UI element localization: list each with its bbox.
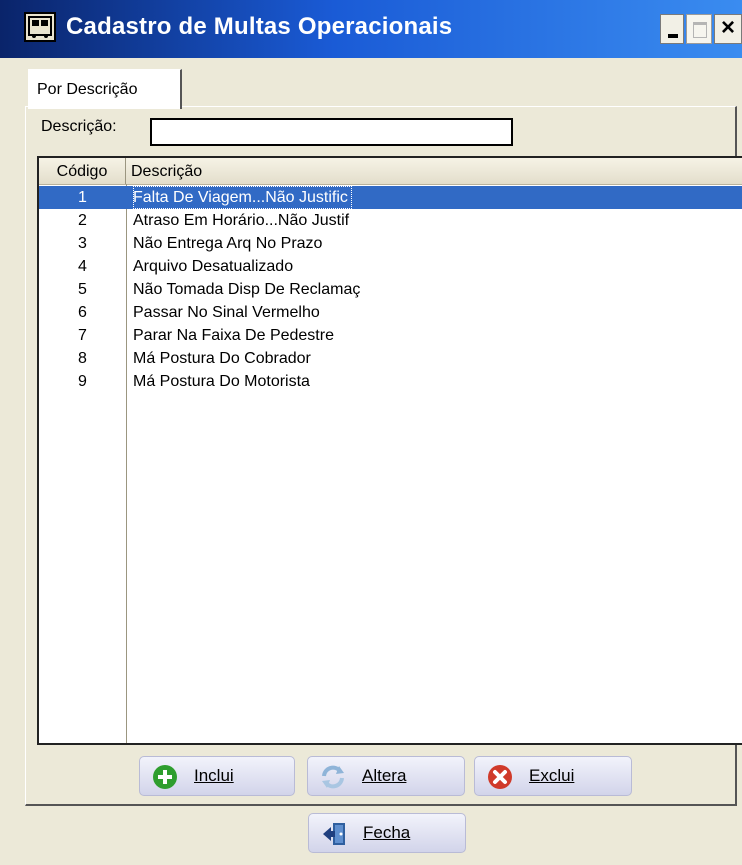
- row-code: 4: [78, 258, 87, 275]
- row-code: 2: [78, 212, 87, 229]
- app-window: Cadastro de Multas Operacionais × Por De…: [0, 0, 742, 865]
- row-description: Arquivo Desatualizado: [133, 258, 294, 275]
- plus-circle-icon: [152, 764, 178, 790]
- row-code: 7: [78, 327, 87, 344]
- row-description: Passar No Sinal Vermelho: [133, 304, 320, 321]
- minimize-button[interactable]: [660, 14, 684, 44]
- row-description: Não Entrega Arq No Prazo: [133, 235, 323, 252]
- table-row[interactable]: 1 Falta De Viagem...Não Justific: [39, 186, 742, 209]
- close-button[interactable]: ×: [714, 14, 742, 44]
- exit-door-icon: [321, 821, 347, 847]
- row-code: 9: [78, 373, 87, 390]
- exclui-button[interactable]: Exclui: [474, 756, 632, 796]
- refresh-icon: [320, 764, 346, 790]
- row-description: Não Tomada Disp De Reclamaç: [133, 281, 361, 298]
- altera-button[interactable]: Altera: [307, 756, 465, 796]
- row-code: 6: [78, 304, 87, 321]
- fecha-label: Fecha: [363, 823, 411, 842]
- inclui-label: Inclui: [194, 766, 234, 785]
- fecha-button[interactable]: Fecha: [308, 813, 466, 853]
- description-label: Descrição:: [41, 118, 117, 135]
- row-description: Parar Na Faixa De Pedestre: [133, 327, 334, 344]
- x-circle-icon: [487, 764, 513, 790]
- column-header-descricao[interactable]: Descrição: [131, 158, 202, 184]
- altera-label: Altera: [362, 766, 407, 785]
- exclui-label: Exclui: [529, 766, 575, 785]
- table-row[interactable]: 5 Não Tomada Disp De Reclamaç: [39, 278, 742, 301]
- row-code: 8: [78, 350, 87, 367]
- row-code: 5: [78, 281, 87, 298]
- row-description: Má Postura Do Cobrador: [133, 350, 311, 367]
- column-header-codigo[interactable]: Código: [39, 158, 126, 184]
- table-row[interactable]: 4 Arquivo Desatualizado: [39, 255, 742, 278]
- row-description: Atraso Em Horário...Não Justif: [133, 212, 350, 229]
- table-row[interactable]: 7 Parar Na Faixa De Pedestre: [39, 324, 742, 347]
- row-code: 3: [78, 235, 87, 252]
- table-row[interactable]: 6 Passar No Sinal Vermelho: [39, 301, 742, 324]
- description-search-input[interactable]: [150, 118, 513, 146]
- maximize-button[interactable]: [686, 14, 712, 44]
- table-row[interactable]: 2 Atraso Em Horário...Não Justif: [39, 209, 742, 232]
- row-code: 1: [78, 189, 87, 206]
- table-row[interactable]: 8 Má Postura Do Cobrador: [39, 347, 742, 370]
- inclui-button[interactable]: Inclui: [139, 756, 295, 796]
- title-bar[interactable]: Cadastro de Multas Operacionais ×: [0, 0, 742, 58]
- row-description: Má Postura Do Motorista: [133, 373, 310, 390]
- tab-por-descricao[interactable]: Por Descrição: [28, 69, 182, 109]
- table-row[interactable]: 9 Má Postura Do Motorista: [39, 370, 742, 393]
- table-row[interactable]: 3 Não Entrega Arq No Prazo: [39, 232, 742, 255]
- window-title: Cadastro de Multas Operacionais: [66, 13, 453, 40]
- results-grid[interactable]: Código Descrição 1 Falta De Viagem...Não …: [37, 156, 742, 745]
- grid-rows: 1 Falta De Viagem...Não Justific 2 Atraso E…: [39, 186, 742, 393]
- row-description: Falta De Viagem...Não Justific: [133, 186, 352, 209]
- bus-icon: [24, 12, 56, 42]
- grid-header: Código Descrição: [39, 158, 742, 185]
